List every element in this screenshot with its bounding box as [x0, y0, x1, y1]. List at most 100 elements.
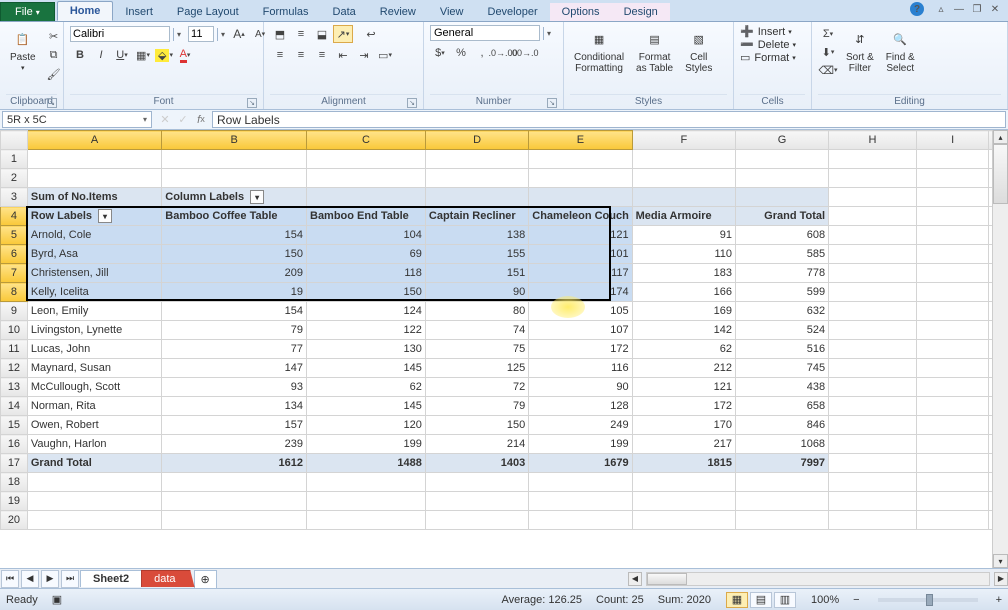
copy-button[interactable]: ⧉	[44, 46, 64, 64]
cell[interactable]	[916, 283, 988, 302]
cell[interactable]	[916, 188, 988, 207]
accounting-format-button[interactable]: $▾	[430, 44, 450, 62]
minimize-ribbon-icon[interactable]: ▵	[934, 2, 948, 16]
cut-button[interactable]: ✂	[44, 27, 64, 45]
cell[interactable]	[632, 511, 735, 530]
cell[interactable]	[916, 264, 988, 283]
enter-icon[interactable]: ✓	[176, 113, 190, 126]
cell[interactable]: 151	[425, 264, 528, 283]
select-all-corner[interactable]	[1, 131, 28, 150]
cell[interactable]: 745	[736, 359, 829, 378]
column-header-H[interactable]: H	[829, 131, 917, 150]
cell[interactable]: 93	[162, 378, 307, 397]
tab-formulas[interactable]: Formulas	[251, 3, 321, 21]
cell[interactable]: 118	[307, 264, 426, 283]
cell-styles-button[interactable]: ▧Cell Styles	[681, 25, 716, 76]
cell[interactable]: 778	[736, 264, 829, 283]
fill-color-button[interactable]: ⬙▾	[154, 46, 174, 64]
format-as-table-button[interactable]: ▤Format as Table	[632, 25, 677, 76]
cell[interactable]	[829, 321, 917, 340]
grow-font-button[interactable]: A▴	[229, 25, 249, 43]
row-header-12[interactable]: 12	[1, 359, 28, 378]
cell[interactable]	[829, 511, 917, 530]
cell[interactable]: 172	[632, 397, 735, 416]
window-minimize-icon[interactable]: —	[952, 2, 966, 16]
tab-home[interactable]: Home	[57, 1, 114, 21]
cell[interactable]	[736, 492, 829, 511]
cell[interactable]	[829, 283, 917, 302]
cell[interactable]	[736, 511, 829, 530]
cell[interactable]	[829, 302, 917, 321]
cell[interactable]	[829, 226, 917, 245]
cell[interactable]: Chameleon Couch	[529, 207, 632, 226]
cell[interactable]: Row Labels ▾	[27, 207, 161, 226]
tab-file[interactable]: File ▾	[0, 2, 55, 21]
cell[interactable]	[162, 150, 307, 169]
sheet-nav-next[interactable]: ▶	[41, 570, 59, 588]
cell[interactable]: 105	[529, 302, 632, 321]
sheet-nav-prev[interactable]: ◀	[21, 570, 39, 588]
cell[interactable]: 658	[736, 397, 829, 416]
row-header-10[interactable]: 10	[1, 321, 28, 340]
cell[interactable]	[27, 492, 161, 511]
cell[interactable]	[916, 435, 988, 454]
cell[interactable]	[916, 416, 988, 435]
cell[interactable]: 69	[307, 245, 426, 264]
cell[interactable]: 516	[736, 340, 829, 359]
cell[interactable]: 124	[307, 302, 426, 321]
tab-data[interactable]: Data	[321, 3, 368, 21]
cell[interactable]: 62	[307, 378, 426, 397]
row-header-11[interactable]: 11	[1, 340, 28, 359]
cell[interactable]: 1403	[425, 454, 528, 473]
tab-options[interactable]: Options	[550, 3, 612, 21]
font-launcher[interactable]: ↘	[247, 98, 257, 108]
cell[interactable]	[307, 511, 426, 530]
bold-button[interactable]: B	[70, 46, 90, 64]
cancel-icon[interactable]: ✕	[158, 113, 172, 126]
cell[interactable]	[916, 150, 988, 169]
cell[interactable]	[307, 492, 426, 511]
cell[interactable]	[27, 150, 161, 169]
cell[interactable]: 121	[632, 378, 735, 397]
row-header-8[interactable]: 8	[1, 283, 28, 302]
wrap-text-button[interactable]: ↩	[361, 25, 381, 43]
cell[interactable]	[736, 169, 829, 188]
cell[interactable]	[829, 435, 917, 454]
cell[interactable]: 608	[736, 226, 829, 245]
cell[interactable]: 117	[529, 264, 632, 283]
cell[interactable]: Bamboo Coffee Table	[162, 207, 307, 226]
cell[interactable]: 1612	[162, 454, 307, 473]
cell[interactable]	[307, 473, 426, 492]
row-header-6[interactable]: 6	[1, 245, 28, 264]
percent-format-button[interactable]: %	[451, 44, 471, 62]
cell[interactable]	[529, 511, 632, 530]
cell[interactable]	[829, 245, 917, 264]
cell[interactable]: Livingston, Lynette	[27, 321, 161, 340]
row-header-14[interactable]: 14	[1, 397, 28, 416]
cell[interactable]: 90	[529, 378, 632, 397]
cell[interactable]	[632, 492, 735, 511]
cell[interactable]	[632, 150, 735, 169]
orientation-button[interactable]: ↗▾	[333, 25, 353, 43]
align-right-button[interactable]: ≡	[312, 46, 332, 64]
italic-button[interactable]: I	[91, 46, 111, 64]
cell[interactable]: 169	[632, 302, 735, 321]
cell[interactable]	[916, 397, 988, 416]
cell[interactable]	[529, 473, 632, 492]
find-select-button[interactable]: 🔍Find & Select	[882, 25, 919, 76]
cell[interactable]	[916, 169, 988, 188]
cell[interactable]	[307, 188, 426, 207]
cell[interactable]	[916, 321, 988, 340]
cell[interactable]	[27, 511, 161, 530]
row-header-9[interactable]: 9	[1, 302, 28, 321]
decrease-decimal-button[interactable]: .00→.0	[514, 44, 534, 62]
cell[interactable]: 77	[162, 340, 307, 359]
row-header-2[interactable]: 2	[1, 169, 28, 188]
cell[interactable]: Bamboo End Table	[307, 207, 426, 226]
cell[interactable]: 1815	[632, 454, 735, 473]
number-format-select[interactable]	[430, 25, 540, 41]
row-header-15[interactable]: 15	[1, 416, 28, 435]
tab-view[interactable]: View	[428, 3, 476, 21]
cell[interactable]: 157	[162, 416, 307, 435]
cell[interactable]: 116	[529, 359, 632, 378]
